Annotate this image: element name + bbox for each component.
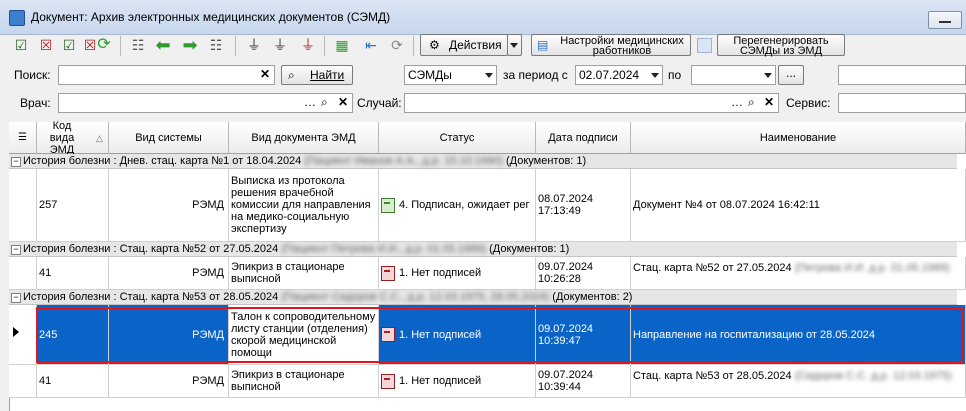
columns-icon[interactable]: ☷ bbox=[127, 34, 149, 56]
gear-icon: ⚙ bbox=[429, 38, 440, 52]
chevron-down-icon bbox=[510, 43, 518, 48]
document-check-icon[interactable]: ☑ bbox=[10, 34, 32, 56]
doctor-clear-icon[interactable]: ✕ bbox=[338, 96, 348, 108]
collapse-icon[interactable]: − bbox=[11, 293, 21, 303]
row-indicator-header[interactable]: ☰ bbox=[9, 122, 37, 154]
search-label: Поиск: bbox=[14, 68, 51, 82]
case-input[interactable] bbox=[404, 93, 779, 113]
period-picker-button[interactable]: ... bbox=[778, 65, 804, 85]
row-indicator[interactable] bbox=[9, 257, 37, 290]
window-title: Документ: Архив электронных медицинских … bbox=[31, 10, 391, 24]
collapse-icon[interactable]: − bbox=[11, 245, 21, 255]
settings-doc-icon: ▤ bbox=[537, 38, 549, 52]
column-header-system[interactable]: Вид системы bbox=[109, 122, 229, 154]
service-input[interactable] bbox=[838, 93, 966, 113]
row-indicator-current[interactable] bbox=[9, 305, 37, 365]
column-header-code[interactable]: Код вида ЭМД △ bbox=[37, 120, 109, 156]
excel-icon[interactable]: ▦ bbox=[331, 34, 353, 56]
regenerate-semd-button[interactable]: Перегенерировать СЭМДы из ЭМД bbox=[717, 34, 845, 57]
document-type-select[interactable]: СЭМДы bbox=[404, 65, 497, 85]
column-header-doc-type[interactable]: Вид документа ЭМД bbox=[229, 122, 379, 154]
actions-dropdown-button[interactable] bbox=[507, 34, 522, 56]
redacted-text: (Пациент Иванов А.А., д.р. 15.10.1990) bbox=[304, 155, 503, 167]
columns-right-icon[interactable]: ☷ bbox=[205, 34, 227, 56]
period-label: за период с bbox=[503, 68, 568, 82]
clear-search-icon[interactable]: ✕ bbox=[260, 68, 270, 80]
document-sign-icon[interactable]: ☑ bbox=[58, 34, 80, 56]
refresh-icon[interactable]: ⟳ bbox=[93, 34, 115, 56]
date-to-input[interactable] bbox=[691, 65, 776, 85]
document-delete-icon[interactable]: ☒ bbox=[35, 34, 57, 56]
date-from-input[interactable]: 02.07.2024 bbox=[575, 65, 663, 85]
medical-staff-settings-button[interactable]: ▤ Настройки медицинских работников bbox=[531, 34, 691, 57]
to-label: по bbox=[668, 68, 682, 82]
group-header[interactable]: − История болезни : Стац. карта №53 от 2… bbox=[9, 290, 957, 305]
document-unsigned-icon bbox=[381, 265, 395, 281]
arrow-right-icon[interactable]: ➡ bbox=[179, 34, 201, 56]
arrow-left-icon[interactable]: ⬅ bbox=[152, 34, 174, 56]
redacted-text: (Пациент Сидоров С.С., д.р. 12.03.1975, … bbox=[281, 291, 550, 303]
find-button[interactable]: ⌕ Найти bbox=[281, 65, 353, 85]
checkbox-icon[interactable] bbox=[697, 38, 712, 53]
document-unsigned-icon bbox=[381, 327, 395, 342]
chevron-down-icon bbox=[651, 73, 659, 78]
row-indicator[interactable] bbox=[9, 365, 37, 398]
column-header-sign-date[interactable]: Дата подписи bbox=[536, 122, 631, 154]
search-input[interactable] bbox=[58, 65, 275, 85]
sort-ascending-icon: △ bbox=[96, 132, 103, 143]
extra-filter-input[interactable] bbox=[838, 65, 966, 85]
redacted-text: (Сидоров С.С. д.р. 12.03.1975) bbox=[794, 370, 952, 382]
find-icon: ⌕ bbox=[288, 68, 295, 82]
reload-icon[interactable]: ⟳ bbox=[386, 34, 408, 56]
document-signed-icon bbox=[381, 197, 395, 213]
doctor-label: Врач: bbox=[20, 96, 51, 110]
service-label: Сервис: bbox=[786, 96, 831, 110]
doctor-search-icon[interactable]: ⌕ bbox=[321, 96, 328, 108]
filter-clear-icon[interactable]: ⏚ bbox=[297, 34, 319, 56]
collapse-icon[interactable]: − bbox=[11, 157, 21, 167]
chevron-down-icon bbox=[485, 73, 493, 78]
row-indicator[interactable] bbox=[9, 169, 37, 242]
toolbar: ☑ ☒ ☑ ☒ ⟳ ☷ ⬅ ➡ ☷ ⏚ ⏚ ⏚ ▦ ⇤ ⟳ ⚙ Действия… bbox=[0, 34, 966, 59]
minimize-button[interactable] bbox=[928, 11, 962, 29]
group-header[interactable]: − История болезни : Днев. стац. карта №1… bbox=[9, 154, 957, 169]
group-header[interactable]: − История болезни : Стац. карта №52 от 2… bbox=[9, 242, 957, 257]
columns-menu-icon: ☰ bbox=[18, 131, 27, 143]
filter-icon[interactable]: ⏚ bbox=[243, 34, 265, 56]
app-icon bbox=[9, 10, 25, 26]
title-bar: Документ: Архив электронных медицинских … bbox=[0, 0, 966, 35]
actions-button[interactable]: ⚙ Действия bbox=[420, 34, 508, 56]
redacted-text: (Петрова И.И. д.р. 01.05.1989) bbox=[794, 262, 950, 274]
case-search-icon[interactable]: ⌕ bbox=[748, 96, 755, 108]
filter-edit-icon[interactable]: ⏚ bbox=[269, 34, 291, 56]
export-icon[interactable]: ⇤ bbox=[360, 34, 382, 56]
chevron-down-icon bbox=[764, 73, 772, 78]
case-clear-icon[interactable]: ✕ bbox=[764, 96, 774, 108]
case-label: Случай: bbox=[357, 96, 402, 110]
column-header-status[interactable]: Статус bbox=[379, 122, 536, 154]
document-unsigned-icon bbox=[381, 373, 395, 389]
redacted-text: (Пациент Петрова И.И., д.р. 01.05.1989) bbox=[281, 243, 487, 255]
case-select-icon[interactable]: … bbox=[731, 96, 743, 108]
column-header-name[interactable]: Наименование bbox=[631, 122, 966, 154]
doctor-select-icon[interactable]: … bbox=[304, 96, 316, 108]
